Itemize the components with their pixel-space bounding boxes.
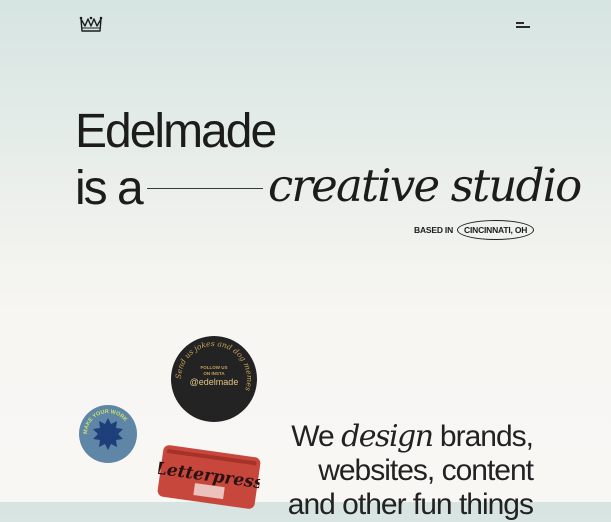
tagline-line3: and other fun things [287,488,534,521]
tagline-line2: websites, content [318,454,534,487]
city-pill: CINCINNATI, OH [457,220,535,240]
based-in-label: BASED IN [414,225,454,235]
tagline-post: brands, [439,420,534,453]
crown-icon[interactable] [79,14,103,34]
instagram-sticker[interactable]: Send us jokes and dog memes FOLLOW US ON… [171,336,257,422]
location-tag: BASED IN CINCINNATI, OH [414,220,535,240]
hamburger-menu-icon[interactable] [512,18,534,32]
menu-line [516,22,524,24]
hero-title-line1: Edelmade [75,105,277,158]
hero-divider-line [147,188,263,189]
sticker-follow-text: FOLLOW US [201,365,228,370]
hero-title-italic: creative studio [268,159,582,212]
sticker-on-text: ON INSTA [203,371,225,376]
tagline-italic-word: design [341,419,434,454]
tagline: We design brands, websites, content and … [203,419,534,522]
sticker-handle: @edelmade [190,377,239,387]
tagline-line1: We design brands, [203,419,534,454]
menu-line [516,26,530,28]
hero-title-prefix: is a [75,162,144,215]
tagline-pre: We [291,420,334,453]
badge-sticker[interactable]: MAKE YOUR WORK [79,405,137,463]
